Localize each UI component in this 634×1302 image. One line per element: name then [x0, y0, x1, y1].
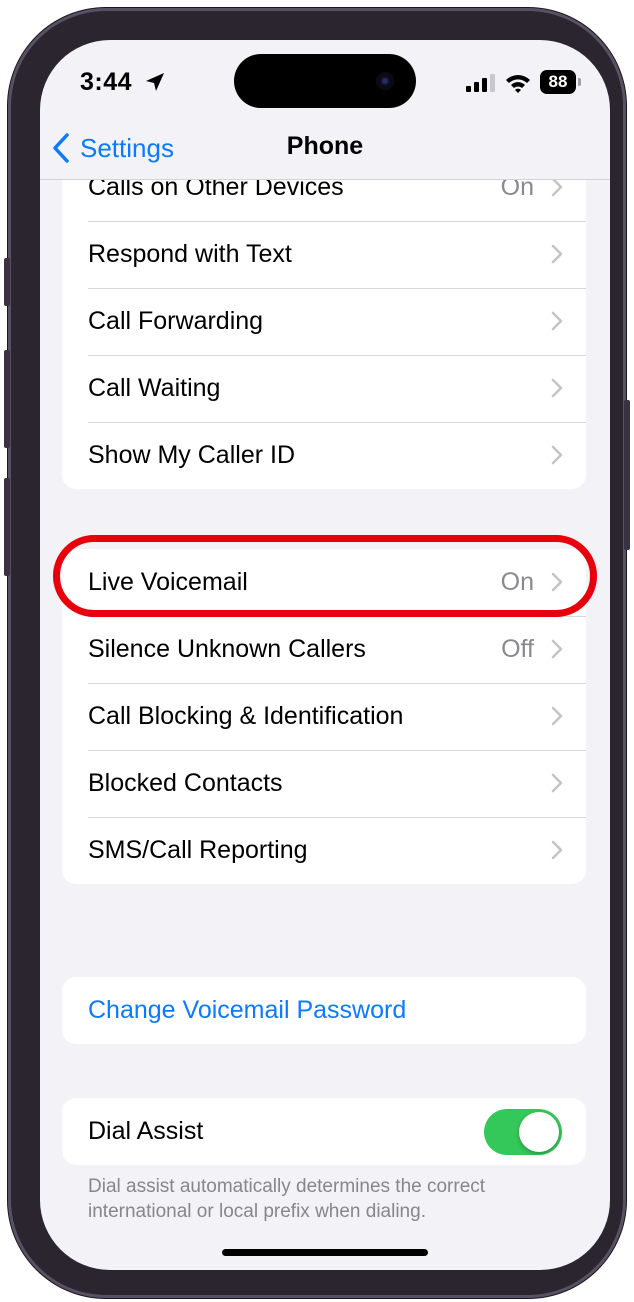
cellular-signal-icon	[466, 74, 495, 92]
home-indicator	[222, 1249, 428, 1256]
row-label: Call Forwarding	[88, 307, 264, 335]
action-button	[4, 258, 10, 306]
front-camera	[376, 72, 394, 90]
calls-settings-group: Calls on Other Devices On Respond with T…	[62, 154, 586, 489]
navigation-bar: Settings Phone	[40, 126, 610, 180]
volume-down-button	[4, 478, 10, 576]
row-live-voicemail[interactable]: Live Voicemail On	[62, 549, 586, 616]
row-dial-assist: Dial Assist	[62, 1098, 586, 1165]
toggle-knob	[519, 1112, 559, 1152]
row-value: Off	[501, 635, 534, 663]
row-call-blocking-identification[interactable]: Call Blocking & Identification	[62, 683, 586, 750]
status-time: 3:44	[80, 68, 133, 96]
chevron-right-icon	[551, 445, 563, 465]
dynamic-island	[234, 54, 416, 108]
voicemail-blocking-group: Live Voicemail On Silence Unknown Caller…	[62, 549, 586, 884]
row-call-waiting[interactable]: Call Waiting	[62, 355, 586, 422]
chevron-right-icon	[551, 706, 563, 726]
chevron-right-icon	[551, 378, 563, 398]
row-show-my-caller-id[interactable]: Show My Caller ID	[62, 422, 586, 489]
battery-cap	[578, 78, 581, 86]
row-silence-unknown-callers[interactable]: Silence Unknown Callers Off	[62, 616, 586, 683]
dial-assist-footnote: Dial assist automatically determines the…	[88, 1176, 486, 1222]
row-label: Live Voicemail	[88, 568, 248, 596]
row-label: Dial Assist	[88, 1117, 204, 1145]
chevron-right-icon	[551, 311, 563, 331]
row-label: Silence Unknown Callers	[88, 635, 366, 663]
row-label: SMS/Call Reporting	[88, 836, 308, 864]
change-voicemail-password-label: Change Voicemail Password	[88, 996, 407, 1024]
row-value: On	[500, 568, 534, 596]
row-blocked-contacts[interactable]: Blocked Contacts	[62, 750, 586, 817]
row-label: Show My Caller ID	[88, 441, 295, 469]
row-respond-with-text[interactable]: Respond with Text	[62, 221, 586, 288]
chevron-right-icon	[551, 639, 563, 659]
row-call-forwarding[interactable]: Call Forwarding	[62, 288, 586, 355]
row-label: Call Waiting	[88, 374, 221, 402]
page-title: Phone	[286, 132, 364, 160]
chevron-right-icon	[551, 244, 563, 264]
screen: 3:44 88 Settings Phone Calls on Other De…	[40, 40, 610, 1270]
row-label: Call Blocking & Identification	[88, 702, 404, 730]
chevron-right-icon	[551, 773, 563, 793]
power-button	[624, 400, 630, 550]
location-arrow-icon	[146, 73, 164, 91]
volume-up-button	[4, 350, 10, 448]
voicemail-password-group: Change Voicemail Password	[62, 977, 586, 1044]
row-sms-call-reporting[interactable]: SMS/Call Reporting	[62, 817, 586, 884]
wifi-icon	[506, 75, 530, 93]
dial-assist-group: Dial Assist	[62, 1098, 586, 1165]
chevron-right-icon	[551, 840, 563, 860]
dial-assist-toggle[interactable]	[484, 1109, 562, 1155]
battery-icon: 88	[540, 70, 576, 94]
row-label: Respond with Text	[88, 240, 292, 268]
chevron-right-icon	[551, 572, 563, 592]
change-voicemail-password-button[interactable]: Change Voicemail Password	[62, 977, 586, 1044]
row-label: Blocked Contacts	[88, 769, 283, 797]
